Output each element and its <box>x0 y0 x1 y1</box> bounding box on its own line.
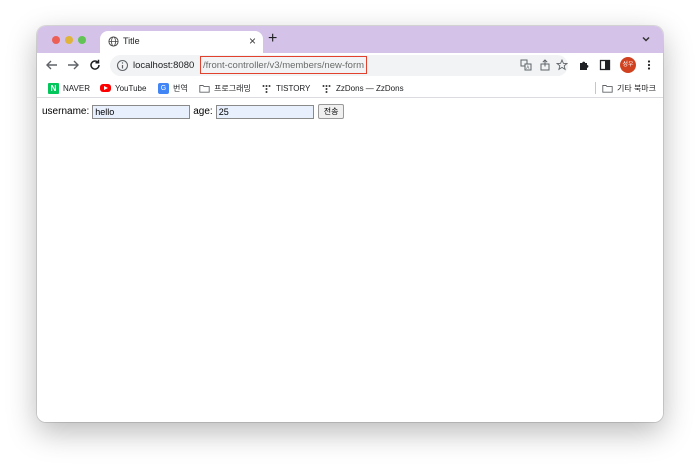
chevron-down-icon[interactable] <box>641 34 651 44</box>
username-label: username: <box>42 106 90 117</box>
bookmark-star-icon[interactable] <box>556 59 568 71</box>
address-bar[interactable]: localhost:8080 /front-controller/v3/memb… <box>110 55 568 76</box>
url-host: localhost:8080 <box>133 60 195 71</box>
tistory-icon <box>322 84 331 93</box>
bookmarks-divider <box>595 82 596 94</box>
translate-page-icon[interactable]: A <box>520 59 532 71</box>
bookmark-label: 기타 북마크 <box>617 83 657 93</box>
more-menu-icon[interactable] <box>643 59 655 71</box>
side-panel-icon[interactable] <box>599 59 611 71</box>
bookmark-translate[interactable]: G 번역 <box>158 81 188 95</box>
bookmark-label: 번역 <box>173 83 188 93</box>
browser-window: Title × + localhost:8080 /front-controll… <box>37 26 663 422</box>
naver-icon: N <box>48 82 59 94</box>
toolbar: localhost:8080 /front-controller/v3/memb… <box>37 53 663 78</box>
forward-arrow-icon[interactable] <box>66 58 80 72</box>
minimize-window-button[interactable] <box>65 36 73 44</box>
tab-active[interactable]: Title × <box>100 31 263 53</box>
age-input[interactable] <box>215 104 314 119</box>
bookmark-label: ZzDons — ZzDons <box>336 83 404 93</box>
age-label: age: <box>193 106 213 117</box>
new-tab-button[interactable]: + <box>268 30 277 48</box>
info-icon[interactable] <box>116 59 129 72</box>
tab-title: Title <box>123 36 140 46</box>
bookmark-naver[interactable]: N NAVER <box>48 81 90 95</box>
bookmark-label: NAVER <box>63 83 90 93</box>
tab-strip: Title × + <box>37 26 663 53</box>
bookmark-zzdons[interactable]: ZzDons — ZzDons <box>321 81 404 95</box>
member-form: username: age: 전송 <box>42 104 345 119</box>
tistory-icon <box>262 84 271 93</box>
back-arrow-icon[interactable] <box>45 58 59 72</box>
extensions-puzzle-icon[interactable] <box>578 59 590 71</box>
page-content: username: age: 전송 <box>37 99 663 422</box>
close-window-button[interactable] <box>52 36 60 44</box>
bookmark-label: 프로그래밍 <box>214 83 251 93</box>
submit-button[interactable]: 전송 <box>317 104 345 119</box>
username-input[interactable] <box>92 104 191 119</box>
bookmarks-bar: N NAVER YouTube G 번역 프로그래밍 TISTORY ZzDon… <box>37 78 663 98</box>
youtube-icon <box>100 84 111 92</box>
share-icon[interactable] <box>539 59 551 71</box>
translate-icon: G <box>158 82 169 94</box>
bookmark-label: YouTube <box>115 83 147 93</box>
bookmark-folder-programming[interactable]: 프로그래밍 <box>199 81 251 95</box>
bookmark-tistory[interactable]: TISTORY <box>261 81 310 95</box>
url-path-highlighted: /front-controller/v3/members/new-form <box>200 56 368 74</box>
globe-icon <box>108 36 119 47</box>
reload-icon[interactable] <box>88 58 102 72</box>
folder-icon <box>199 84 210 93</box>
bookmark-label: TISTORY <box>276 83 311 93</box>
maximize-window-button[interactable] <box>78 36 86 44</box>
bookmark-youtube[interactable]: YouTube <box>100 81 146 95</box>
folder-icon <box>602 84 613 93</box>
tab-close-icon[interactable]: × <box>249 34 256 48</box>
bookmark-other-folder[interactable]: 기타 북마크 <box>602 81 656 95</box>
profile-avatar[interactable]: 성우 <box>620 57 636 73</box>
